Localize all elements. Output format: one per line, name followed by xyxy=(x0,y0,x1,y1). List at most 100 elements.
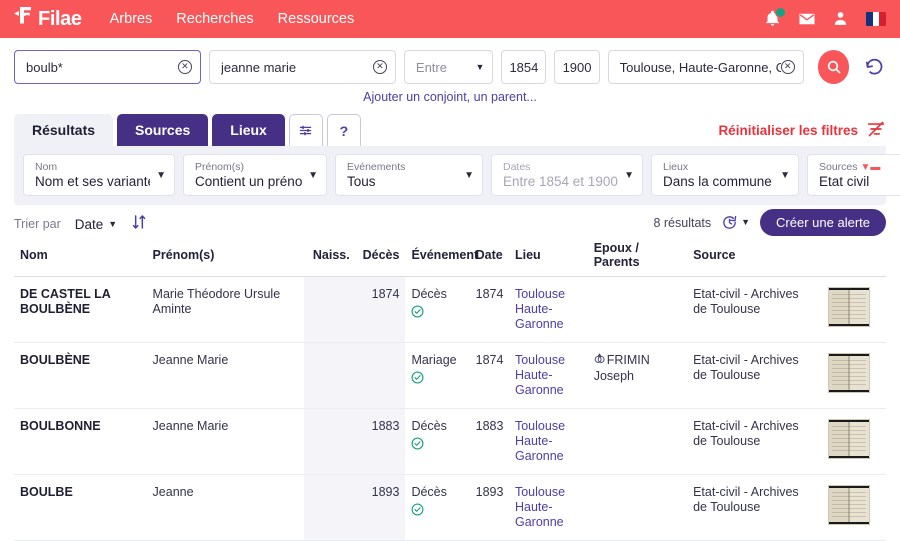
history-icon[interactable]: ▼ xyxy=(721,214,750,231)
clear-firstname-icon[interactable]: ✕ xyxy=(373,60,387,74)
lieu-link[interactable]: Toulouse xyxy=(515,485,582,500)
period-select[interactable]: Entre ▼ xyxy=(404,50,493,84)
lieu-link[interactable]: Haute- xyxy=(515,434,582,449)
chevron-down-icon: ▼ xyxy=(624,170,634,181)
nav-link-recherches[interactable]: Recherches xyxy=(176,11,253,27)
table-header-row: Nom Prénom(s) Naiss. Décès Événement Dat… xyxy=(14,241,886,277)
cell-nom[interactable]: BOULBE xyxy=(14,475,147,541)
cell-thumbnail[interactable] xyxy=(822,409,886,475)
envelope-icon[interactable] xyxy=(798,10,816,28)
cell-lieu[interactable]: ToulouseHaute-Garonne xyxy=(509,277,588,343)
col-header-date[interactable]: Date xyxy=(470,241,509,277)
lieu-link[interactable]: Garonne xyxy=(515,449,582,464)
search-input-place[interactable]: Toulouse, Haute-Garonne, Occitani ✕ xyxy=(608,50,804,84)
results-actions: 8 résultats ▼ Créer une alerte xyxy=(653,209,886,236)
cell-lieu[interactable]: ToulouseHaute-Garonne xyxy=(509,409,588,475)
bell-icon[interactable] xyxy=(764,10,782,28)
tab-sources[interactable]: Sources xyxy=(117,114,208,146)
filter-nom[interactable]: Nom Nom et ses variante... ▼ xyxy=(23,154,175,196)
tab-settings-sliders[interactable] xyxy=(289,114,323,146)
register-scan-thumbnail[interactable] xyxy=(828,287,870,327)
nav-links: Arbres Recherches Ressources xyxy=(110,11,355,27)
create-alert-button[interactable]: Créer une alerte xyxy=(760,209,886,236)
lieu-link[interactable]: Haute- xyxy=(515,500,582,515)
chevron-down-icon: ▼ xyxy=(156,170,166,181)
cell-lieu[interactable]: ToulouseHaute-Garonne xyxy=(509,343,588,409)
logo-mark-icon xyxy=(14,6,36,30)
year-from-value: 1854 xyxy=(509,60,538,75)
filter-dates[interactable]: Dates Entre 1854 et 1900 ▼ xyxy=(491,154,643,196)
filter-sources[interactable]: Sources ▼▬ Etat civil ▼ xyxy=(807,154,900,196)
table-row[interactable]: BOULBONNEJeanne Marie1883Décès1883Toulou… xyxy=(14,409,886,475)
col-header-prenom[interactable]: Prénom(s) xyxy=(147,241,304,277)
filter-evenements[interactable]: Evénements Tous ▼ xyxy=(335,154,483,196)
nav-link-arbres[interactable]: Arbres xyxy=(110,11,153,27)
cell-thumbnail[interactable] xyxy=(822,475,886,541)
lieu-link[interactable]: Toulouse xyxy=(515,419,582,434)
col-header-nom[interactable]: Nom xyxy=(14,241,147,277)
register-scan-thumbnail[interactable] xyxy=(828,419,870,459)
col-header-naiss[interactable]: Naiss. xyxy=(304,241,356,277)
year-to-input[interactable]: 1900 xyxy=(554,50,599,84)
reset-filters-button[interactable]: Réinitialiser les filtres xyxy=(718,120,886,141)
filter-prenom[interactable]: Prénom(s) Contient un prénom ▼ xyxy=(183,154,327,196)
year-from-input[interactable]: 1854 xyxy=(501,50,546,84)
cell-nom[interactable]: BOULBONNE xyxy=(14,409,147,475)
tab-help[interactable]: ? xyxy=(327,114,361,146)
filae-logo[interactable]: Filae xyxy=(14,7,82,31)
search-input-name[interactable]: boulb* ✕ xyxy=(14,50,201,84)
search-name-value: boulb* xyxy=(26,60,178,75)
search-place-value: Toulouse, Haute-Garonne, Occitani xyxy=(620,60,781,75)
col-header-deces[interactable]: Décès xyxy=(356,241,406,277)
filter-sources-label: Sources ▼▬ xyxy=(819,161,880,174)
clear-place-icon[interactable]: ✕ xyxy=(781,60,795,74)
results-table: Nom Prénom(s) Naiss. Décès Événement Dat… xyxy=(14,241,886,541)
lieu-link[interactable]: Garonne xyxy=(515,383,582,398)
filter-lieux[interactable]: Lieux Dans la commune ▼ xyxy=(651,154,799,196)
cell-nom[interactable]: BOULBÈNE xyxy=(14,343,147,409)
table-header: Nom Prénom(s) Naiss. Décès Événement Dat… xyxy=(14,241,886,277)
clear-name-icon[interactable]: ✕ xyxy=(178,60,192,74)
col-header-source[interactable]: Source xyxy=(687,241,822,277)
cell-source: Etat-civil - Archives de Toulouse xyxy=(687,409,822,475)
nav-link-ressources[interactable]: Ressources xyxy=(278,11,355,27)
register-scan-thumbnail[interactable] xyxy=(828,353,870,393)
reset-filters-label: Réinitialiser les filtres xyxy=(718,123,858,138)
cell-thumbnail[interactable] xyxy=(822,277,886,343)
col-header-lieu[interactable]: Lieu xyxy=(509,241,588,277)
col-header-epoux-parents[interactable]: Epoux / Parents xyxy=(588,241,687,277)
lieu-link[interactable]: Toulouse xyxy=(515,353,582,368)
add-spouse-parent-link[interactable]: Ajouter un conjoint, un parent... xyxy=(0,90,900,104)
flag-fr-icon[interactable] xyxy=(866,12,886,26)
nav-right-icons xyxy=(764,0,886,38)
cell-deces: 1883 xyxy=(356,409,406,475)
table-row[interactable]: BOULBÈNEJeanne MarieMariage1874ToulouseH… xyxy=(14,343,886,409)
sort-select-date[interactable]: Date ▼ xyxy=(75,217,117,232)
cell-deces: 1874 xyxy=(356,277,406,343)
reset-search-icon[interactable] xyxy=(863,55,886,79)
sort-direction-toggle[interactable] xyxy=(131,214,147,234)
register-scan-thumbnail[interactable] xyxy=(828,485,870,525)
user-icon[interactable] xyxy=(832,10,850,28)
cell-lieu[interactable]: ToulouseHaute-Garonne xyxy=(509,475,588,541)
lieu-link[interactable]: Haute- xyxy=(515,368,582,383)
cell-nom[interactable]: DE CASTEL LA BOULBÈNE xyxy=(14,277,147,343)
cell-source: Etat-civil - Archives de Toulouse xyxy=(687,277,822,343)
lieu-link[interactable]: Garonne xyxy=(515,317,582,332)
col-header-evenement[interactable]: Événement xyxy=(405,241,469,277)
tab-resultats[interactable]: Résultats xyxy=(14,114,113,146)
tab-lieux[interactable]: Lieux xyxy=(212,114,285,146)
table-row[interactable]: DE CASTEL LA BOULBÈNEMarie Théodore Ursu… xyxy=(14,277,886,343)
lieu-link[interactable]: Toulouse xyxy=(515,287,582,302)
lieu-link[interactable]: Haute- xyxy=(515,302,582,317)
filter-active-icon: ▼▬ xyxy=(860,162,880,173)
lieu-link[interactable]: Garonne xyxy=(515,515,582,530)
top-navigation-bar: Filae Arbres Recherches Ressources xyxy=(0,0,900,38)
cell-epoux-parents xyxy=(588,409,687,475)
cell-prenom: Marie Théodore Ursule Aminte xyxy=(147,277,304,343)
search-button[interactable] xyxy=(818,50,850,84)
cell-thumbnail[interactable] xyxy=(822,343,886,409)
cell-date: 1883 xyxy=(470,409,509,475)
table-row[interactable]: BOULBEJeanne1893Décès1893ToulouseHaute-G… xyxy=(14,475,886,541)
search-input-firstname[interactable]: jeanne marie ✕ xyxy=(209,50,396,84)
